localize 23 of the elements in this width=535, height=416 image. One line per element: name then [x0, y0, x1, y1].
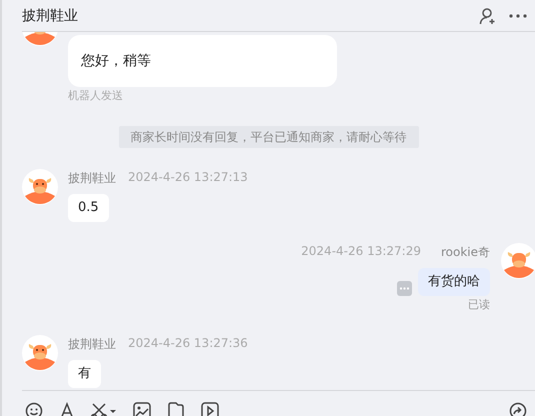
- message-bubble: 您好，稍等: [68, 35, 337, 87]
- message-bubble: 有: [68, 360, 101, 388]
- read-status: 已读: [468, 297, 490, 313]
- message-bubble: 有货的哈: [418, 268, 490, 296]
- message-bubble: 0.5: [68, 194, 109, 222]
- share-icon[interactable]: [509, 402, 527, 416]
- sender-name: 披荆鞋业: [68, 170, 116, 187]
- sender-name: rookie奇: [440, 244, 490, 261]
- window-title: 披荆鞋业: [22, 6, 78, 24]
- message-time: 2024-4-26 13:27:13: [128, 170, 248, 184]
- message-time: 2024-4-26 13:27:36: [128, 336, 248, 350]
- robot-note: 机器人发送: [68, 88, 123, 104]
- font-icon[interactable]: [59, 402, 75, 416]
- more-icon[interactable]: [509, 14, 527, 18]
- system-notice: 商家长时间没有回复，平台已通知商家，请耐心等待: [118, 126, 418, 148]
- image-icon[interactable]: [133, 402, 151, 416]
- message-time: 2024-4-26 13:27:29: [301, 244, 421, 258]
- file-icon[interactable]: [167, 402, 185, 416]
- add-contact-icon[interactable]: [479, 6, 497, 24]
- video-icon[interactable]: [201, 402, 219, 416]
- scissors-icon[interactable]: [91, 402, 117, 416]
- emoji-icon[interactable]: [25, 402, 43, 416]
- sender-name: 披荆鞋业: [68, 336, 116, 353]
